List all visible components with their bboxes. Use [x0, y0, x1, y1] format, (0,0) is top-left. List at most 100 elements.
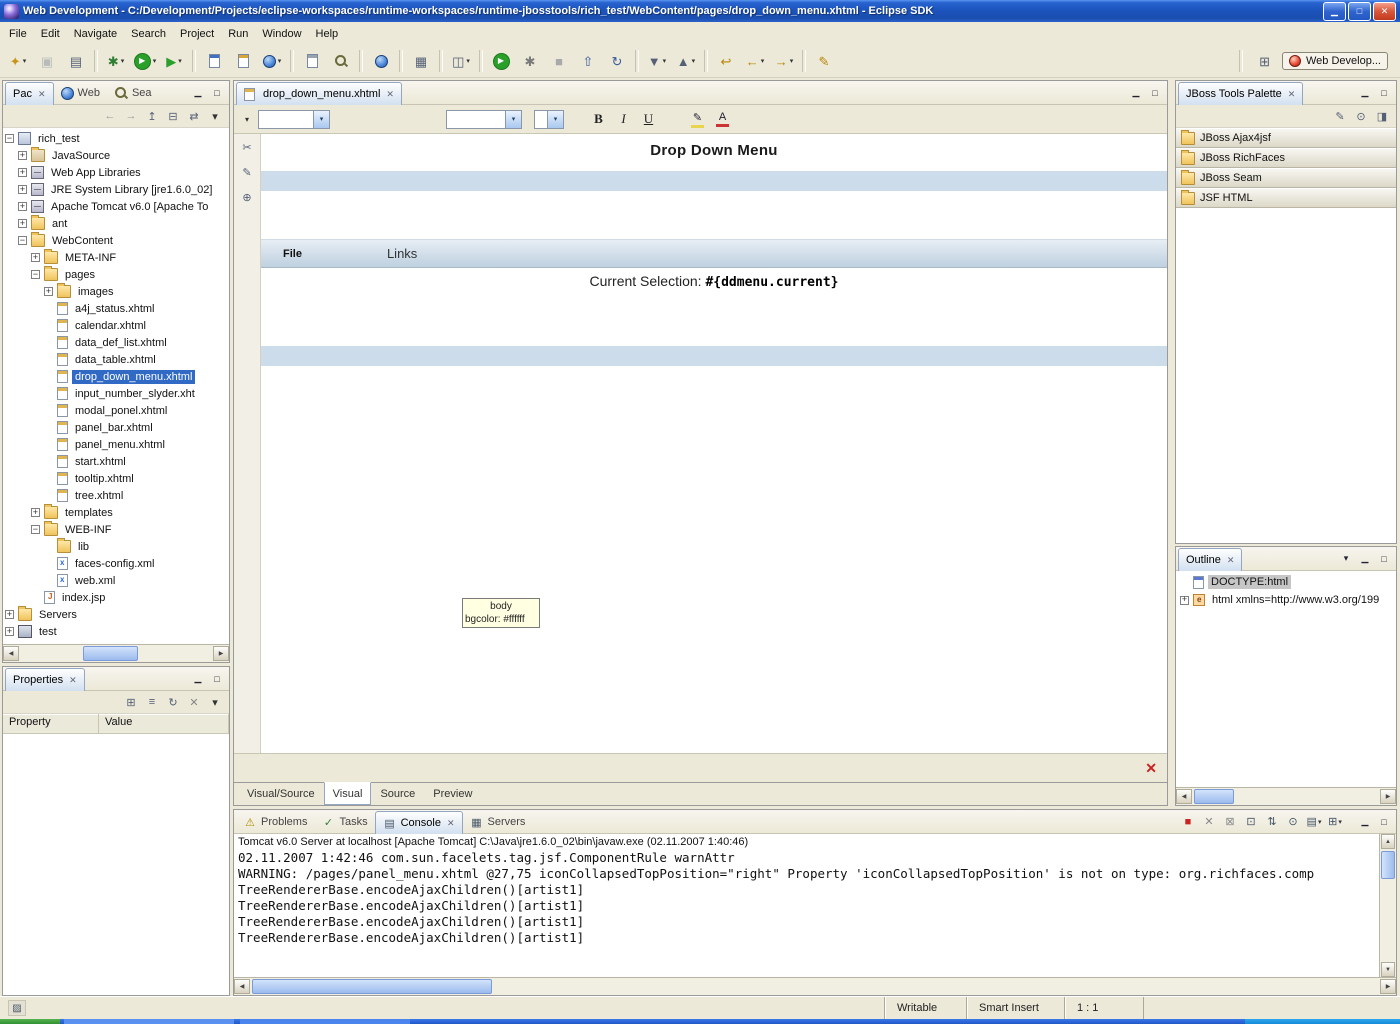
- outline-hscrollbar[interactable]: ◀ ▶: [1176, 787, 1396, 805]
- tree-item-javasource[interactable]: +JavaSource: [3, 147, 229, 164]
- console-hscrollbar[interactable]: ◀ ▶: [234, 977, 1396, 995]
- font-color-button[interactable]: A: [712, 109, 733, 129]
- terminate-button[interactable]: ■: [1179, 813, 1197, 830]
- scroll-up-icon[interactable]: ▲: [1381, 834, 1395, 849]
- collapse-icon[interactable]: −: [18, 236, 27, 245]
- create-jsp-page-button[interactable]: [229, 49, 257, 73]
- editor-mode-tab-preview[interactable]: Preview: [424, 783, 481, 805]
- maximize-view-button[interactable]: □: [1376, 814, 1392, 829]
- palette-edit-button[interactable]: ✎: [1331, 108, 1349, 125]
- maximize-view-button[interactable]: □: [209, 671, 225, 686]
- style-class-combo[interactable]: ▾: [258, 110, 330, 129]
- menu-navigate[interactable]: Navigate: [67, 25, 124, 43]
- scroll-right-icon[interactable]: ▶: [213, 646, 229, 661]
- search-button[interactable]: [327, 49, 355, 73]
- maximize-view-button[interactable]: □: [1147, 85, 1163, 100]
- open-resource-button[interactable]: [298, 49, 326, 73]
- minimize-view-button[interactable]: ▁: [1357, 551, 1373, 566]
- menu-help[interactable]: Help: [309, 25, 346, 43]
- tree-item-lib[interactable]: lib: [3, 538, 229, 555]
- palette-options-button[interactable]: ◫▾: [447, 49, 475, 73]
- close-tab-icon[interactable]: ✕: [447, 818, 455, 829]
- console-tab-console[interactable]: ▤Console✕: [375, 811, 463, 834]
- scrollbar-thumb[interactable]: [1194, 789, 1234, 804]
- view-menu-button[interactable]: ▾: [206, 694, 224, 711]
- remove-all-launches-button[interactable]: ⊠: [1221, 813, 1239, 830]
- editor-select-tool-button[interactable]: ✂: [238, 139, 256, 156]
- expand-icon[interactable]: +: [44, 287, 53, 296]
- tree-item-index-jsp[interactable]: index.jsp: [3, 589, 229, 606]
- show-advanced-button[interactable]: ≡: [143, 694, 161, 711]
- open-perspective-button[interactable]: ⊞: [1252, 52, 1277, 71]
- collapse-icon[interactable]: −: [31, 525, 40, 534]
- console-tab-tasks[interactable]: ✓Tasks: [314, 811, 374, 833]
- close-tab-icon[interactable]: ✕: [1288, 89, 1296, 100]
- tree-item-faces-config-xml[interactable]: faces-config.xml: [3, 555, 229, 572]
- font-name-combo[interactable]: ▾: [446, 110, 522, 129]
- fast-view-icon[interactable]: ▨: [8, 1000, 26, 1016]
- publish-to-server-button[interactable]: ⇧: [574, 49, 602, 73]
- canvas-menu-bar[interactable]: File Links: [261, 239, 1167, 268]
- restore-default-button[interactable]: ↻: [164, 694, 182, 711]
- maximize-view-button[interactable]: □: [1376, 551, 1392, 566]
- tree-item-meta-inf[interactable]: +META-INF: [3, 249, 229, 266]
- menu-window[interactable]: Window: [255, 25, 308, 43]
- maximize-view-button[interactable]: □: [1376, 85, 1392, 100]
- style-menu-dropdown-icon[interactable]: ▾: [240, 109, 254, 129]
- scroll-left-icon[interactable]: ◀: [1176, 789, 1192, 804]
- scrollbar-thumb[interactable]: [1381, 851, 1395, 879]
- close-tab-icon[interactable]: ✕: [69, 675, 77, 686]
- pin-console-button[interactable]: ⊙: [1284, 813, 1302, 830]
- visual-editor-canvas[interactable]: Drop Down Menu File Links Current Select…: [261, 134, 1167, 753]
- minimize-view-button[interactable]: ▁: [190, 85, 206, 100]
- scroll-right-icon[interactable]: ▶: [1380, 979, 1396, 994]
- palette-drawer-jsf-html[interactable]: JSF HTML: [1176, 188, 1396, 208]
- perspective-web-development-button[interactable]: Web Develop...: [1282, 52, 1388, 70]
- previous-annotation-button[interactable]: ▲▾: [672, 49, 700, 73]
- clear-console-button[interactable]: ⊡: [1242, 813, 1260, 830]
- web-browser-button[interactable]: [367, 49, 395, 73]
- tree-item-jre-system-library-jre1-6-0-02[interactable]: +JRE System Library [jre1.6.0_02]: [3, 181, 229, 198]
- console-tab-problems[interactable]: ⚠Problems: [236, 811, 314, 833]
- next-annotation-button[interactable]: ▼▾: [643, 49, 671, 73]
- console-tab-servers[interactable]: ▦Servers: [463, 811, 533, 833]
- expand-icon[interactable]: +: [5, 610, 14, 619]
- last-edit-location-button[interactable]: ↩: [712, 49, 740, 73]
- expand-icon[interactable]: +: [5, 627, 14, 636]
- package-explorer-hscrollbar[interactable]: ◀ ▶: [3, 644, 229, 662]
- tree-item-drop-down-menu-xhtml[interactable]: drop_down_menu.xhtml: [3, 368, 229, 385]
- tree-item-panel-bar-xhtml[interactable]: panel_bar.xhtml: [3, 419, 229, 436]
- tree-item-input-number-slyder-xht[interactable]: input_number_slyder.xht: [3, 385, 229, 402]
- show-view-button[interactable]: ▦: [407, 49, 435, 73]
- editor-insert-tool-button[interactable]: ✎: [238, 164, 256, 181]
- tree-item-data-def-list-xhtml[interactable]: data_def_list.xhtml: [3, 334, 229, 351]
- collapse-all-button[interactable]: ⊟: [164, 108, 182, 125]
- canvas-links-label[interactable]: Links: [387, 246, 417, 261]
- start-button[interactable]: [0, 1019, 60, 1024]
- expand-icon[interactable]: +: [1180, 596, 1189, 605]
- editor-tab-drop-down-menu[interactable]: drop_down_menu.xhtml ✕: [236, 82, 402, 105]
- console-vscrollbar[interactable]: ▲ ▼: [1379, 834, 1396, 977]
- expand-icon[interactable]: +: [31, 508, 40, 517]
- tree-item-web-inf[interactable]: −WEB-INF: [3, 521, 229, 538]
- view-menu-icon[interactable]: ▾: [1338, 551, 1354, 566]
- expand-icon[interactable]: +: [18, 219, 27, 228]
- open-web-browser-button[interactable]: ▾: [258, 49, 286, 73]
- show-categories-button[interactable]: ⊞: [122, 694, 140, 711]
- tree-item-tree-xhtml[interactable]: tree.xhtml: [3, 487, 229, 504]
- run-on-server-button[interactable]: ▶: [487, 49, 515, 73]
- editor-zoom-tool-button[interactable]: ⊕: [238, 189, 256, 206]
- palette-preferences-button[interactable]: ◨: [1373, 108, 1391, 125]
- new-wizard-button[interactable]: ✦▾: [4, 49, 32, 73]
- package-explorer-tab-sea[interactable]: Sea: [107, 82, 159, 104]
- tree-item-templates[interactable]: +templates: [3, 504, 229, 521]
- scroll-left-icon[interactable]: ◀: [234, 979, 250, 994]
- close-tab-icon[interactable]: ✕: [1227, 555, 1235, 566]
- property-column-header[interactable]: Property: [3, 714, 99, 733]
- tree-item-ant[interactable]: +ant: [3, 215, 229, 232]
- tree-item-data-table-xhtml[interactable]: data_table.xhtml: [3, 351, 229, 368]
- run-button[interactable]: ▶▾: [131, 49, 159, 73]
- forward-button[interactable]: →: [122, 108, 140, 125]
- error-close-icon[interactable]: ✕: [1145, 760, 1157, 777]
- remove-launch-button[interactable]: ✕: [1200, 813, 1218, 830]
